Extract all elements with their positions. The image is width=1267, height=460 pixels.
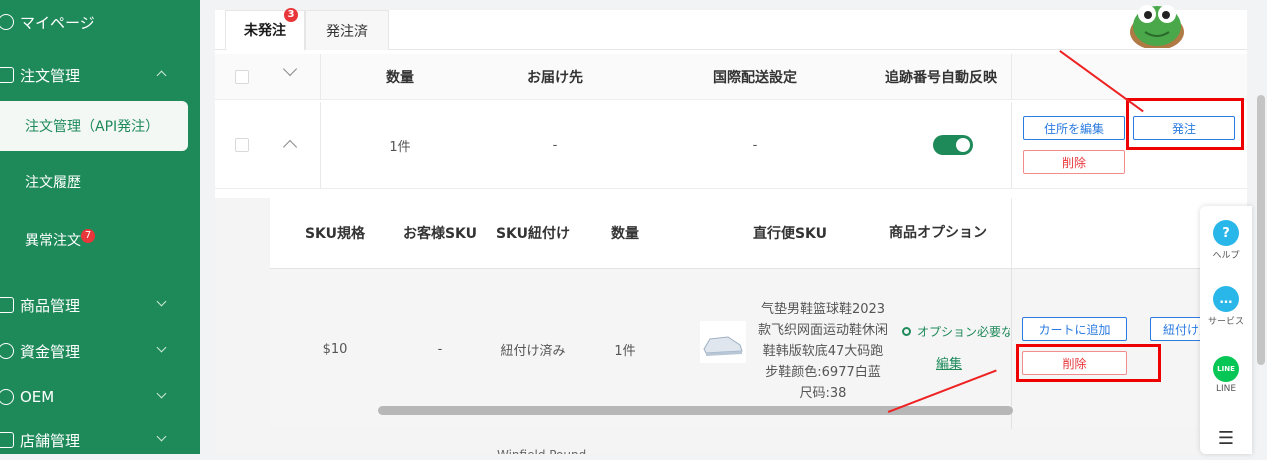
store-icon: [0, 432, 14, 448]
row-destination: -: [552, 138, 558, 153]
edit-address-button[interactable]: 住所を編集: [1023, 116, 1125, 140]
sidebar-item-shops[interactable]: 店舗管理: [0, 420, 200, 460]
line-button[interactable]: LINE LINE: [1200, 356, 1252, 394]
header-sku: SKU規格: [304, 226, 366, 242]
sidebar: マイページ 注文管理 注文管理（API発注） 注文履歴 異常注文 7 商品管理 …: [0, 0, 200, 454]
service-label: サービス: [1207, 317, 1244, 327]
badge-icon: [0, 389, 14, 405]
header-product-option: 商品オプション: [889, 225, 987, 241]
yen-icon: [0, 343, 14, 359]
tab-label: 発注済: [326, 23, 368, 40]
sidebar-item-products[interactable]: 商品管理: [0, 285, 200, 325]
clock-icon: [0, 14, 14, 30]
edit-option-link[interactable]: 編集: [936, 353, 962, 372]
tab-ordered[interactable]: 発注済: [305, 10, 389, 50]
row-checkbox[interactable]: [235, 138, 249, 152]
header-sku-link: SKU紐付け: [495, 226, 571, 242]
tab-count-badge: 3: [284, 8, 298, 22]
header-customer-sku: お客様SKU: [402, 226, 478, 242]
sidebar-item-label: 注文管理: [20, 66, 81, 85]
sku-row: $10 - 紐付け済み 1件 气垫男鞋篮球鞋2023款飞织网面运动鞋休闲鞋韩版软…: [270, 268, 1247, 429]
line-label: LINE: [1215, 384, 1237, 394]
sidebar-item-label: 異常注文: [25, 233, 81, 249]
header-qty: 数量: [611, 226, 639, 242]
header-tracking: 追跡番号自動反映: [885, 70, 997, 86]
table-row: 1件 - - 住所を編集 発注 削除: [215, 102, 1247, 189]
product-name: 气垫男鞋篮球鞋2023款飞织网面运动鞋休闲鞋韩版软底47大码跑步鞋颜色:6977…: [758, 301, 889, 401]
sidebar-item-funds[interactable]: 資金管理: [0, 331, 200, 371]
indent-icon[interactable]: ☰: [1200, 428, 1252, 449]
sidebar-item-label: マイページ: [20, 13, 95, 32]
header-intl-shipping: 国際配送設定: [713, 70, 797, 86]
sidebar-item-mypage[interactable]: マイページ: [0, 2, 200, 42]
next-row-text: Winfield Pound: [497, 448, 586, 454]
sidebar-item-label: 注文履歴: [25, 175, 81, 191]
tab-unordered[interactable]: 未発注 3: [225, 8, 305, 51]
header-qty: 数量: [386, 70, 414, 86]
main-panel: 未発注 3 発注済 数量 お届け先 国際配送設定 追跡番号自動反映 1件 - -…: [215, 5, 1247, 454]
bag-icon: [0, 297, 14, 313]
dot-icon: [902, 327, 911, 336]
chevron-up-icon: [156, 70, 167, 81]
sku-qty: 1件: [614, 343, 636, 359]
order-button[interactable]: 発注: [1133, 116, 1235, 140]
sidebar-item-label: 商品管理: [20, 296, 81, 315]
sku-subtable: SKU規格 お客様SKU SKU紐付け 数量 直行便SKU 商品オプション $1…: [215, 198, 1247, 454]
support-panel: ? ヘルプ … サービス LINE LINE ☰: [1200, 206, 1252, 454]
header-direct-sku: 直行便SKU: [752, 226, 828, 242]
select-all-checkbox[interactable]: [235, 70, 249, 84]
sku-value: $10: [322, 341, 348, 357]
sidebar-item-oem[interactable]: OEM: [0, 377, 200, 417]
tracking-toggle[interactable]: [933, 135, 973, 155]
list-icon: [0, 67, 14, 83]
vertical-scrollbar[interactable]: [1257, 95, 1265, 365]
question-icon: ?: [1213, 220, 1239, 246]
row-qty: 1件: [389, 140, 411, 155]
sidebar-item-label: 店舗管理: [20, 431, 81, 450]
avatar[interactable]: [1127, 0, 1187, 50]
header-destination: お届け先: [527, 70, 583, 86]
option-required-label: オプション必要な: [917, 325, 1010, 339]
row-intl-shipping: -: [752, 138, 758, 153]
sidebar-item-order-api[interactable]: 注文管理（API発注）: [0, 101, 188, 151]
option-required-status: オプション必要な: [902, 323, 1010, 340]
sidebar-item-abnormal[interactable]: 異常注文 7: [0, 220, 200, 260]
tab-label: 未発注: [244, 23, 286, 39]
tab-bar: 未発注 3 発注済: [215, 8, 1247, 51]
line-icon: LINE: [1213, 356, 1239, 382]
sidebar-item-label: 資金管理: [20, 342, 81, 361]
customer-sku-value: -: [437, 341, 443, 357]
abnormal-count-badge: 7: [81, 229, 95, 243]
delete-order-button[interactable]: 削除: [1023, 150, 1125, 174]
chevron-down-icon[interactable]: [282, 61, 298, 77]
sku-subtable-header: SKU規格 お客様SKU SKU紐付け 数量 直行便SKU 商品オプション: [270, 198, 1247, 268]
sidebar-item-label: OEM: [20, 388, 55, 406]
help-label: ヘルプ: [1212, 251, 1240, 261]
chevron-down-icon: [156, 388, 167, 399]
sidebar-item-order-mgmt[interactable]: 注文管理: [0, 55, 200, 95]
help-button[interactable]: ? ヘルプ: [1200, 220, 1252, 261]
chevron-down-icon: [156, 296, 167, 307]
chevron-down-icon: [156, 342, 167, 353]
horizontal-scrollbar[interactable]: [378, 406, 1013, 415]
sidebar-item-label: 注文管理（API発注）: [25, 119, 160, 135]
chat-icon: …: [1213, 286, 1239, 312]
chevron-up-icon[interactable]: [282, 139, 298, 155]
sku-link-status: 紐付け済み: [500, 343, 566, 359]
add-to-cart-button[interactable]: カートに追加: [1022, 317, 1127, 341]
delete-sku-button[interactable]: 削除: [1022, 351, 1127, 375]
table-header: 数量 お届け先 国際配送設定 追跡番号自動反映: [215, 54, 1247, 100]
service-button[interactable]: … サービス: [1200, 286, 1252, 327]
sidebar-item-order-history[interactable]: 注文履歴: [0, 162, 200, 202]
product-thumbnail[interactable]: [700, 321, 746, 363]
chevron-down-icon: [156, 431, 167, 442]
